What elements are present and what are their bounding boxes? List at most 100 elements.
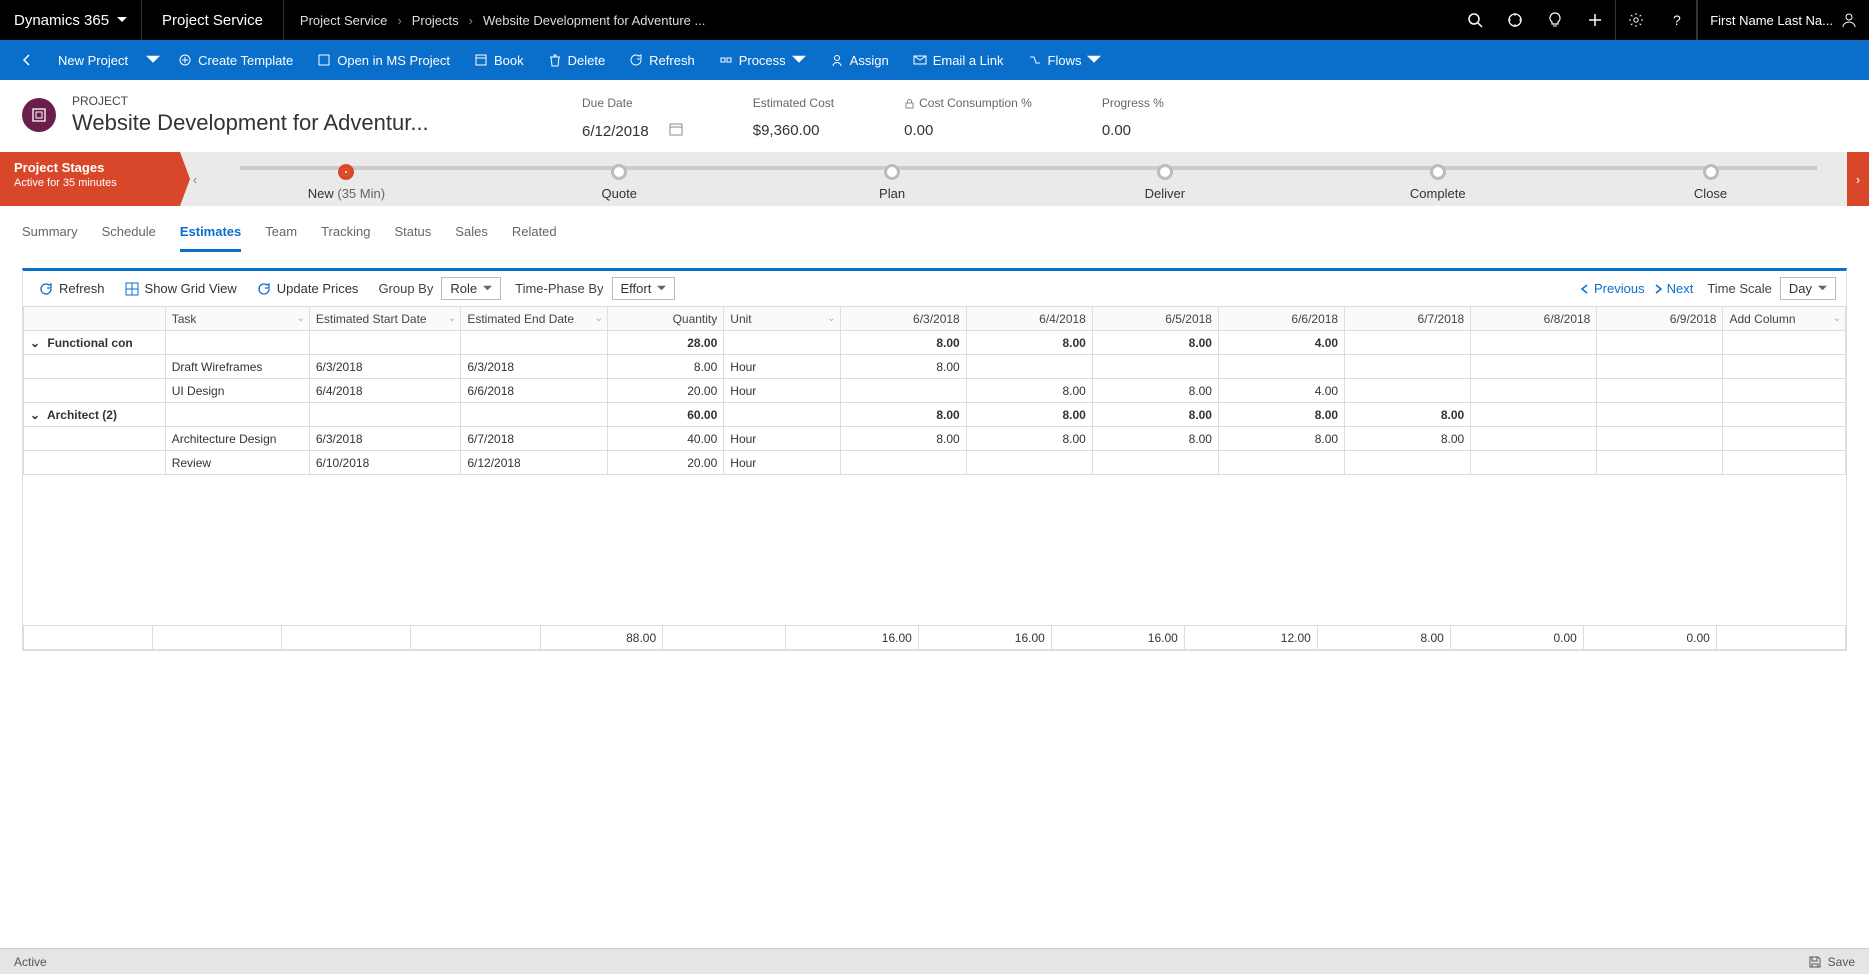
table-group-row[interactable]: ⌄ Architect (2)60.008.008.008.008.008.00 xyxy=(24,403,1846,427)
search-icon[interactable] xyxy=(1455,0,1495,40)
brand-menu[interactable]: Dynamics 365 xyxy=(0,0,142,40)
status-text: Active xyxy=(14,955,47,969)
page-title: Website Development for Adventur... xyxy=(72,110,429,136)
time-scale-picker[interactable]: Day xyxy=(1780,277,1836,300)
book-button[interactable]: Book xyxy=(462,40,536,80)
entity-label: PROJECT xyxy=(72,94,429,108)
chevron-down-icon xyxy=(1818,284,1827,293)
table-row[interactable]: Draft Wireframes6/3/20186/3/20188.00Hour… xyxy=(24,355,1846,379)
show-grid-view-button[interactable]: Show Grid View xyxy=(119,277,243,300)
back-button[interactable] xyxy=(8,40,46,80)
brand-label: Dynamics 365 xyxy=(14,12,109,29)
process-icon xyxy=(719,53,733,67)
new-project-dropdown[interactable] xyxy=(140,40,166,80)
gear-icon[interactable] xyxy=(1616,0,1656,40)
tab-estimates[interactable]: Estimates xyxy=(180,224,241,252)
stage-next-arrow[interactable]: › xyxy=(1847,152,1869,206)
email-link-button[interactable]: Email a Link xyxy=(901,40,1016,80)
stage-quote[interactable]: Quote xyxy=(483,158,756,201)
time-phase-label: Time-Phase By xyxy=(515,281,603,296)
grid-refresh-button[interactable]: Refresh xyxy=(33,277,111,300)
form-header: PROJECT Website Development for Adventur… xyxy=(0,80,1869,146)
top-icon-group: ? xyxy=(1455,0,1697,40)
msproject-icon xyxy=(317,53,331,67)
estimates-grid: Refresh Show Grid View Update Prices Gro… xyxy=(22,268,1847,651)
process-button[interactable]: Process xyxy=(707,40,818,80)
tab-sales[interactable]: Sales xyxy=(455,224,488,252)
trash-icon xyxy=(548,53,562,67)
refresh-icon xyxy=(629,53,643,67)
cost-consumption-value: 0.00 xyxy=(904,122,1032,139)
previous-button[interactable]: Previous xyxy=(1580,281,1645,296)
help-icon[interactable]: ? xyxy=(1656,0,1696,40)
stage-complete[interactable]: Complete xyxy=(1301,158,1574,201)
tab-tracking[interactable]: Tracking xyxy=(321,224,370,252)
command-bar: New Project Create Template Open in MS P… xyxy=(0,40,1869,80)
estimates-footer: 88.0016.0016.0016.0012.008.000.000.00 xyxy=(23,625,1846,650)
save-icon xyxy=(1808,955,1822,969)
save-button[interactable]: Save xyxy=(1808,955,1855,969)
due-date-label: Due Date xyxy=(582,96,683,110)
tab-summary[interactable]: Summary xyxy=(22,224,78,252)
calendar-icon[interactable] xyxy=(669,122,683,140)
new-project-button[interactable]: New Project xyxy=(46,40,140,80)
tab-related[interactable]: Related xyxy=(512,224,557,252)
chevron-down-icon xyxy=(483,284,492,293)
book-icon xyxy=(474,53,488,67)
flows-button[interactable]: Flows xyxy=(1016,40,1114,80)
plus-icon[interactable] xyxy=(1575,0,1615,40)
tab-schedule[interactable]: Schedule xyxy=(102,224,156,252)
breadcrumb-item[interactable]: Projects xyxy=(412,13,459,28)
top-nav-bar: Dynamics 365 Project Service Project Ser… xyxy=(0,0,1869,40)
tab-team[interactable]: Team xyxy=(265,224,297,252)
table-footer-row: 88.0016.0016.0016.0012.008.000.000.00 xyxy=(24,626,1846,650)
refresh-button[interactable]: Refresh xyxy=(617,40,707,80)
lock-icon xyxy=(904,98,915,109)
stage-badge[interactable]: Project Stages Active for 35 minutes xyxy=(0,152,180,206)
breadcrumb-item[interactable]: Project Service xyxy=(300,13,387,28)
breadcrumb: Project Service › Projects › Website Dev… xyxy=(284,13,721,28)
grid-toolbar: Refresh Show Grid View Update Prices Gro… xyxy=(23,271,1846,306)
entity-icon xyxy=(22,98,56,132)
stage-new[interactable]: New (35 Min) xyxy=(210,158,483,201)
refresh-icon xyxy=(257,282,271,296)
form-tabs: Summary Schedule Estimates Team Tracking Stat… xyxy=(0,206,1869,252)
user-menu[interactable]: First Name Last Na... xyxy=(1697,0,1869,40)
lightbulb-icon[interactable] xyxy=(1535,0,1575,40)
stage-plan[interactable]: Plan xyxy=(756,158,1029,201)
open-ms-project-button[interactable]: Open in MS Project xyxy=(305,40,462,80)
chevron-down-icon xyxy=(792,53,806,67)
chevron-down-icon xyxy=(117,15,127,25)
delete-button[interactable]: Delete xyxy=(536,40,618,80)
stage-close[interactable]: Close xyxy=(1574,158,1847,201)
app-name[interactable]: Project Service xyxy=(142,0,284,40)
update-prices-button[interactable]: Update Prices xyxy=(251,277,365,300)
cost-consumption-label: Cost Consumption % xyxy=(904,96,1032,110)
time-phase-picker[interactable]: Effort xyxy=(612,277,676,300)
breadcrumb-item[interactable]: Website Development for Adventure ... xyxy=(483,13,705,28)
flow-icon xyxy=(1028,53,1042,67)
assign-button[interactable]: Assign xyxy=(818,40,901,80)
svg-text:?: ? xyxy=(1673,12,1681,28)
process-stage-bar: Project Stages Active for 35 minutes ‹ N… xyxy=(0,152,1869,206)
estimates-table: Task⌄Estimated Start Date⌄Estimated End … xyxy=(23,306,1846,475)
table-row[interactable]: Architecture Design6/3/20186/7/201840.00… xyxy=(24,427,1846,451)
table-row[interactable]: Review6/10/20186/12/201820.00Hour xyxy=(24,451,1846,475)
table-row[interactable]: UI Design6/4/20186/6/201820.00Hour8.008.… xyxy=(24,379,1846,403)
create-template-button[interactable]: Create Template xyxy=(166,40,305,80)
group-by-picker[interactable]: Role xyxy=(441,277,501,300)
target-icon[interactable] xyxy=(1495,0,1535,40)
progress-value: 0.00 xyxy=(1102,122,1164,139)
time-scale-label: Time Scale xyxy=(1707,281,1772,296)
tab-status[interactable]: Status xyxy=(394,224,431,252)
person-icon xyxy=(830,53,844,67)
template-icon xyxy=(178,53,192,67)
group-by-label: Group By xyxy=(378,281,433,296)
due-date-value[interactable]: 6/12/2018 xyxy=(582,123,649,140)
person-icon xyxy=(1841,12,1857,28)
next-button[interactable]: Next xyxy=(1653,281,1694,296)
table-group-row[interactable]: ⌄ Functional con28.008.008.008.004.00 xyxy=(24,331,1846,355)
stage-deliver[interactable]: Deliver xyxy=(1028,158,1301,201)
refresh-icon xyxy=(39,282,53,296)
grid-icon xyxy=(125,282,139,296)
